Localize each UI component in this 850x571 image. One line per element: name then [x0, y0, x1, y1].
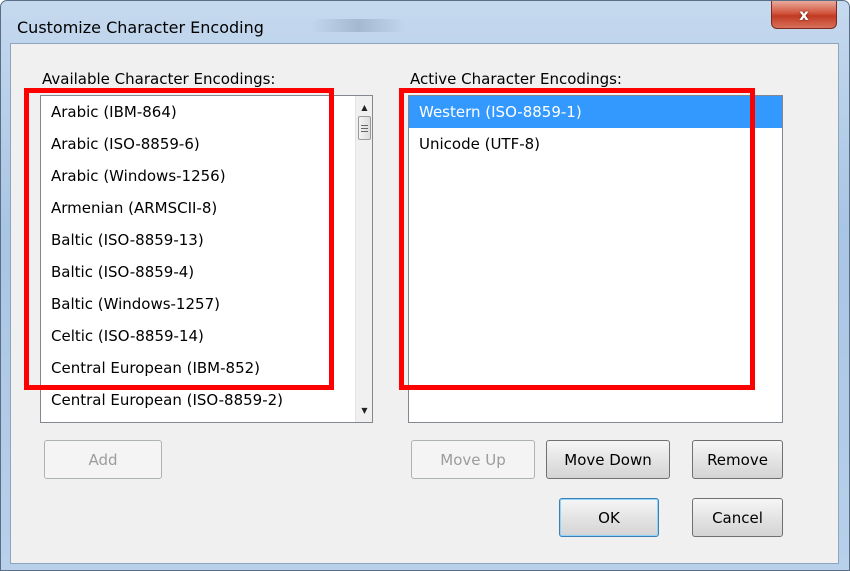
move-down-button[interactable]: Move Down: [546, 440, 670, 479]
add-button[interactable]: Add: [44, 440, 162, 479]
scroll-up-icon[interactable]: ▲: [356, 99, 372, 116]
active-encodings-list[interactable]: Western (ISO-8859-1) Unicode (UTF-8): [408, 95, 783, 423]
active-items-container: Western (ISO-8859-1) Unicode (UTF-8): [409, 96, 782, 160]
available-encodings-label: Available Character Encodings:: [42, 70, 276, 88]
close-button[interactable]: x: [771, 1, 837, 29]
available-encoding-item[interactable]: Celtic (ISO-8859-14): [41, 320, 372, 352]
available-encoding-item[interactable]: Baltic (ISO-8859-13): [41, 224, 372, 256]
active-encodings-label: Active Character Encodings:: [410, 70, 622, 88]
available-list-scrollbar[interactable]: ▲ ▼: [355, 96, 372, 422]
available-encoding-item[interactable]: Baltic (Windows-1257): [41, 288, 372, 320]
active-encoding-item[interactable]: Western (ISO-8859-1): [409, 96, 782, 128]
dialog-client-area: Available Character Encodings: Arabic (I…: [10, 43, 839, 564]
available-encoding-item[interactable]: Arabic (IBM-864): [41, 96, 372, 128]
available-encodings-list[interactable]: Arabic (IBM-864) Arabic (ISO-8859-6) Arabi…: [40, 95, 373, 423]
available-encoding-item[interactable]: Arabic (ISO-8859-6): [41, 128, 372, 160]
scroll-thumb[interactable]: [358, 116, 371, 140]
available-encoding-item[interactable]: Central European (IBM-852): [41, 352, 372, 384]
available-encoding-item[interactable]: Central European (ISO-8859-2): [41, 384, 372, 416]
active-encoding-item[interactable]: Unicode (UTF-8): [409, 128, 782, 160]
dialog-window: Customize Character Encoding x Available…: [0, 0, 850, 571]
available-encoding-item[interactable]: Armenian (ARMSCII-8): [41, 192, 372, 224]
remove-button[interactable]: Remove: [692, 440, 783, 479]
move-up-button[interactable]: Move Up: [411, 440, 535, 479]
scroll-down-icon[interactable]: ▼: [356, 402, 372, 419]
window-title: Customize Character Encoding: [17, 18, 264, 37]
available-encoding-item[interactable]: Arabic (Windows-1256): [41, 160, 372, 192]
cancel-button[interactable]: Cancel: [692, 498, 783, 537]
available-items-container: Arabic (IBM-864) Arabic (ISO-8859-6) Arabi…: [41, 96, 372, 416]
ok-button[interactable]: OK: [559, 498, 659, 537]
title-ghost-text: [311, 19, 406, 32]
available-encoding-item[interactable]: Baltic (ISO-8859-4): [41, 256, 372, 288]
close-icon: x: [799, 5, 809, 24]
